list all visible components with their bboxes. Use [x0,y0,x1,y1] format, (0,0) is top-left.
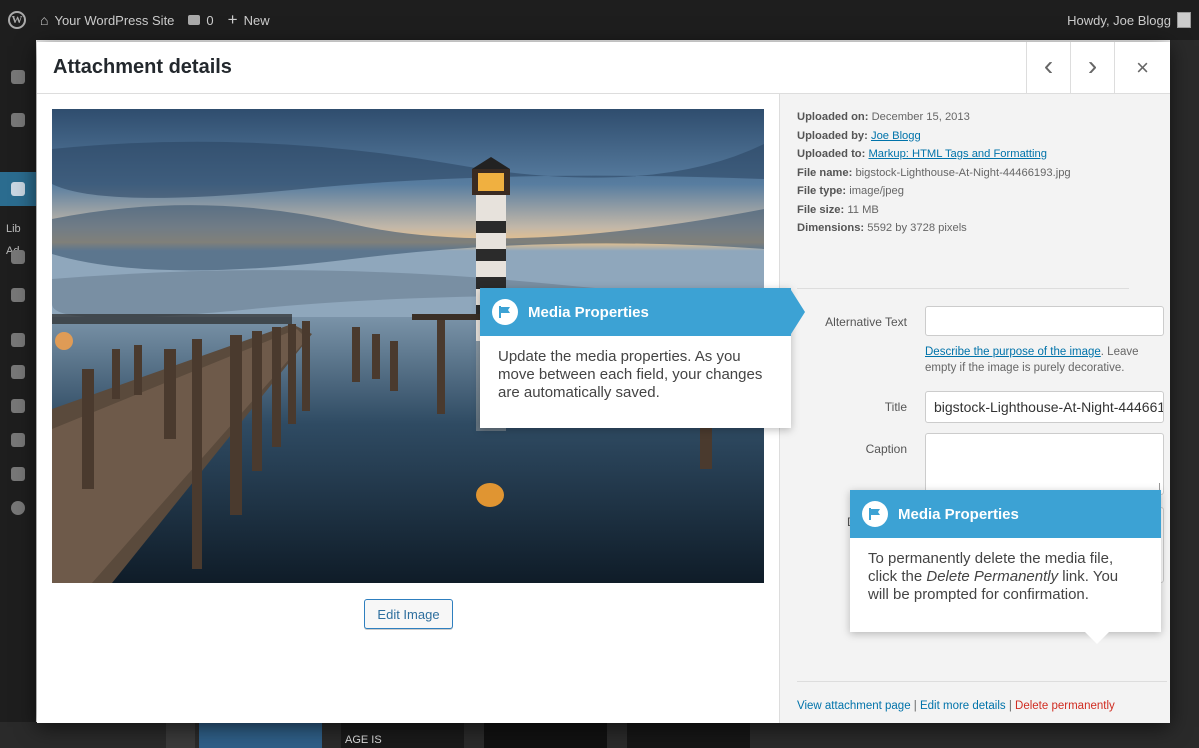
modal-title: Attachment details [53,56,232,78]
avatar [1177,12,1191,28]
background-thumb [627,722,750,748]
tooltip-title: Media Properties [898,505,1019,523]
uploaded-to-label: Uploaded to: [797,148,866,160]
dashboard-icon[interactable] [11,70,25,84]
separator: | [910,700,920,712]
chevron-right-icon: › [1087,50,1098,81]
background-thumb: AGE IS [341,722,464,748]
uploaded-by-label: Uploaded by: [797,129,868,142]
alt-text-label: Alternative Text [825,315,907,329]
close-icon: × [1136,55,1149,80]
media-properties-tooltip: Media Properties Update the media proper… [480,288,791,428]
title-input[interactable]: bigstock-Lighthouse-At-Night-44466193 [925,391,1164,423]
alt-text-help-link[interactable]: Describe the purpose of the image [925,346,1101,358]
close-button[interactable]: × [1114,42,1170,94]
background-thumb [199,722,322,748]
flag-icon [862,501,888,527]
separator: | [1005,700,1016,712]
uploaded-to-link[interactable]: Markup: HTML Tags and Formatting [868,148,1046,160]
title-label: Title [884,400,907,414]
comment-icon [188,15,201,25]
site-name-label: Your WordPress Site [54,12,175,28]
comments-count: 0 [206,12,214,28]
tooltip-title: Media Properties [528,303,649,321]
file-type-value: image/jpeg [849,185,904,197]
background-thumb [484,722,607,748]
delete-permanently-link[interactable]: Delete permanently [1015,700,1115,712]
tooltip-header: Media Properties [850,490,1161,538]
account-menu[interactable]: Howdy, Joe Blogg [1067,0,1191,40]
dimensions-label: Dimensions: [797,222,865,234]
alt-text-help: Describe the purpose of the image. Leave… [925,344,1165,376]
tooltip-header: Media Properties [480,288,791,336]
file-name-label: File name: [797,166,853,179]
flag-icon [492,299,518,325]
admin-bar: W ⌂ Your WordPress Site 0 + New Howdy, J… [0,0,1199,40]
dimensions-value: 5592 by 3728 pixels [867,222,967,234]
file-type-label: File type: [797,185,847,197]
home-icon: ⌂ [40,12,49,28]
media-icon[interactable] [11,182,25,196]
background-thumb-text: AGE IS [345,734,382,746]
attachment-actions: View attachment page | Edit more details… [797,700,1115,712]
sidebar-library-label[interactable]: Lib [6,223,21,235]
pin-icon[interactable] [11,113,25,127]
users-icon[interactable] [11,399,25,413]
new-label: New [243,12,270,28]
edit-image-button[interactable]: Edit Image [364,599,453,629]
edit-more-details-link[interactable]: Edit more details [920,700,1006,712]
modal-header: Attachment details ‹ › × [37,42,1170,94]
tooltip-body: To permanently delete the media file, cl… [850,538,1161,616]
previous-button[interactable]: ‹ [1026,42,1070,94]
next-button[interactable]: › [1070,42,1114,94]
howdy-text: Howdy, Joe Blogg [1067,12,1171,28]
attachment-metadata: Uploaded on: December 15, 2013 Uploaded … [797,108,1071,238]
caption-textarea[interactable] [925,433,1164,495]
file-size-value: 11 MB [847,203,879,216]
uploaded-on-value: December 15, 2013 [871,111,970,123]
divider [797,681,1167,682]
comments-icon[interactable] [11,288,25,302]
chevron-left-icon: ‹ [1043,50,1054,81]
wordpress-logo-icon[interactable]: W [8,11,26,29]
pages-icon[interactable] [11,250,25,264]
view-attachment-page-link[interactable]: View attachment page [797,700,911,712]
delete-info-tooltip: Media Properties To permanently delete t… [850,490,1161,632]
tooltip-body-emphasis: Delete Permanently [926,568,1059,585]
background-overlay [1170,40,1199,748]
site-name-link[interactable]: ⌂ Your WordPress Site [40,12,174,28]
caption-label: Caption [865,442,907,456]
uploaded-on-label: Uploaded on: [797,111,869,123]
admin-sidebar: Lib Ad [0,40,36,748]
file-size-label: File size: [797,203,845,216]
tooltip-pointer [1085,632,1109,644]
settings-icon[interactable] [11,467,25,481]
collapse-icon[interactable] [11,501,25,515]
divider [797,288,1129,289]
tooltip-pointer [791,290,805,334]
uploaded-by-link[interactable]: Joe Blogg [871,130,921,142]
plugins-icon[interactable] [11,365,25,379]
alt-text-input[interactable] [925,306,1164,336]
background-thumb [166,722,195,748]
comments-link[interactable]: 0 [188,12,214,28]
plus-icon: + [227,10,238,29]
file-name-value: bigstock-Lighthouse-At-Night-44466193.jp… [855,166,1071,179]
appearance-icon[interactable] [11,333,25,347]
tooltip-body: Update the media properties. As you move… [498,348,763,401]
new-content-link[interactable]: + New [228,10,270,30]
tools-icon[interactable] [11,433,25,447]
